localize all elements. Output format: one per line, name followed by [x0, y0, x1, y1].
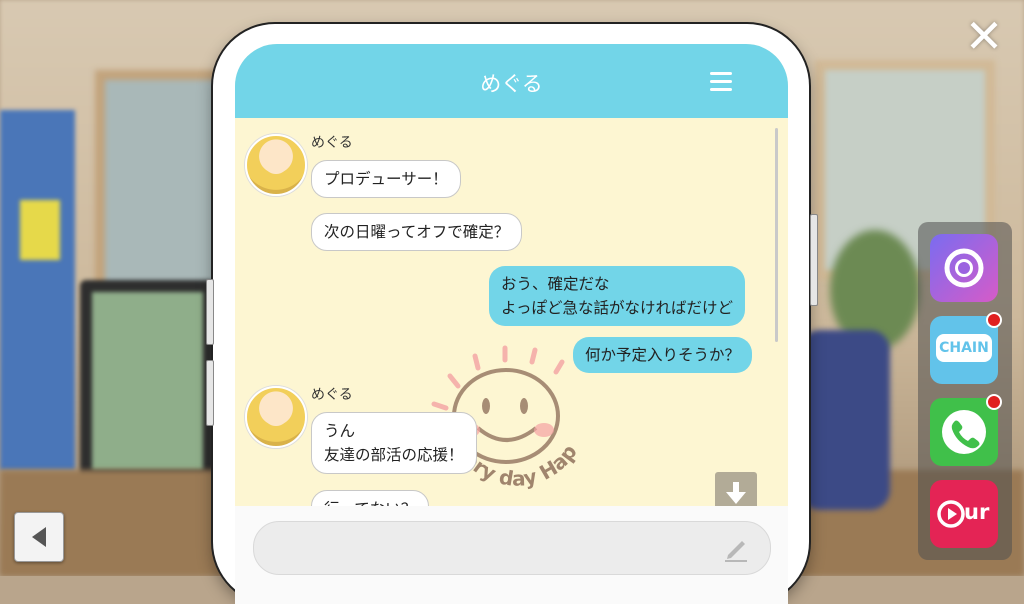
avatar[interactable] — [245, 134, 307, 196]
outgoing-message: おう、確定だな よっぽど急な話がなければだけど — [489, 266, 746, 326]
phone-side-button — [206, 360, 214, 426]
outgoing-message: 何か予定入りそうか？ — [573, 337, 753, 373]
phone-frame: めぐる Every d — [206, 24, 818, 604]
phone-screen: めぐる Every d — [235, 44, 788, 604]
play-circle-icon — [937, 500, 965, 528]
avatar[interactable] — [245, 386, 307, 448]
our-app-button[interactable]: ur — [930, 480, 998, 548]
scroll-down-button[interactable] — [715, 472, 757, 506]
camera-icon — [944, 248, 984, 288]
app-dock: CHAIN ur — [918, 222, 1012, 560]
sender-name: めぐる — [311, 135, 353, 151]
phone-side-button — [206, 279, 214, 345]
our-app-label: ur — [964, 500, 990, 524]
chain-app-label: CHAIN — [939, 340, 989, 356]
pencil-icon[interactable] — [722, 535, 750, 563]
chat-scrollbar[interactable] — [775, 128, 778, 342]
incoming-message: 行ってない？ — [311, 490, 430, 506]
notification-badge — [986, 312, 1002, 328]
incoming-message: うん 友達の部活の応援！ — [311, 412, 477, 474]
incoming-message: プロデューサー！ — [311, 160, 461, 198]
incoming-message: 次の日曜ってオフで確定？ — [311, 213, 523, 251]
chat-title: めぐる — [480, 72, 543, 96]
phone-icon — [942, 410, 986, 454]
close-button[interactable]: ✕ — [962, 13, 1006, 59]
phone-app-button[interactable] — [930, 394, 1002, 466]
triangle-left-icon — [32, 527, 46, 547]
chain-app-button[interactable]: CHAIN — [930, 312, 1002, 384]
arrow-down-icon — [726, 482, 746, 504]
back-button[interactable] — [14, 512, 64, 562]
camera-app-button[interactable] — [930, 234, 998, 302]
phone-side-button — [810, 214, 818, 306]
chat-area[interactable]: Every day Happy めぐる プロデューサー！ 次の日曜ってオフで確定… — [235, 118, 788, 506]
message-input[interactable] — [253, 521, 771, 575]
message-input-bar — [235, 506, 788, 604]
notification-badge — [986, 394, 1002, 410]
hamburger-menu-icon[interactable] — [710, 72, 732, 92]
sender-name: めぐる — [311, 387, 353, 403]
chat-header: めぐる — [235, 44, 788, 118]
